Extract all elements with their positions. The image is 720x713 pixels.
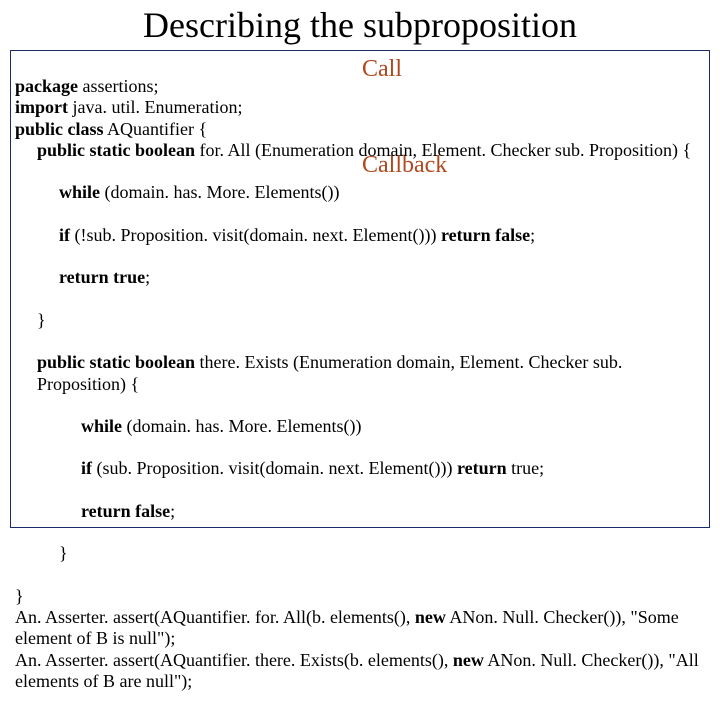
- txt-l11b: (sub. Proposition. visit(domain. next. E…: [92, 458, 457, 478]
- kw-retfalse2: return false: [81, 501, 170, 521]
- txt-l8: }: [15, 310, 705, 331]
- txt-l6d: ;: [530, 225, 535, 245]
- slide: Describing the subproposition Call Callb…: [0, 0, 720, 540]
- txt-l11d: true;: [507, 458, 545, 478]
- txt-l2b: java. util. Enumeration;: [68, 97, 242, 117]
- kw-psb2: public static boolean: [37, 352, 195, 372]
- slide-title: Describing the subproposition: [0, 4, 720, 46]
- txt-l14: }: [15, 586, 24, 606]
- txt-l7b: ;: [145, 267, 150, 287]
- kw-package: package: [15, 76, 78, 96]
- kw-return2: return: [457, 458, 507, 478]
- kw-rettrue1: return true: [59, 267, 145, 287]
- kw-new1: new: [415, 607, 446, 627]
- kw-while1: while: [59, 182, 100, 202]
- txt-l3b: AQuantifier {: [104, 119, 208, 139]
- kw-if2: if: [81, 458, 92, 478]
- kw-psb1: public static boolean: [37, 140, 195, 160]
- txt-l10b: (domain. has. More. Elements()): [122, 416, 361, 436]
- txt-l4b: for. All (Enumeration domain, Element. C…: [195, 140, 691, 160]
- txt-l1b: assertions;: [78, 76, 159, 96]
- txt-l6b: (!sub. Proposition. visit(domain. next. …: [70, 225, 441, 245]
- kw-import: import: [15, 97, 68, 117]
- kw-retfalse1: return false: [441, 225, 530, 245]
- kw-public-class: public class: [15, 119, 104, 139]
- txt-l13: }: [15, 543, 705, 564]
- code-block: package assertions; import java. util. E…: [15, 55, 705, 713]
- txt-l5b: (domain. has. More. Elements()): [100, 182, 339, 202]
- txt-l16a: An. Asserter. assert(AQuantifier. there.…: [15, 650, 453, 670]
- txt-l15a: An. Asserter. assert(AQuantifier. for. A…: [15, 607, 415, 627]
- txt-l12b: ;: [170, 501, 175, 521]
- kw-while2: while: [81, 416, 122, 436]
- kw-new2: new: [453, 650, 484, 670]
- code-box: package assertions; import java. util. E…: [10, 50, 710, 528]
- kw-if1: if: [59, 225, 70, 245]
